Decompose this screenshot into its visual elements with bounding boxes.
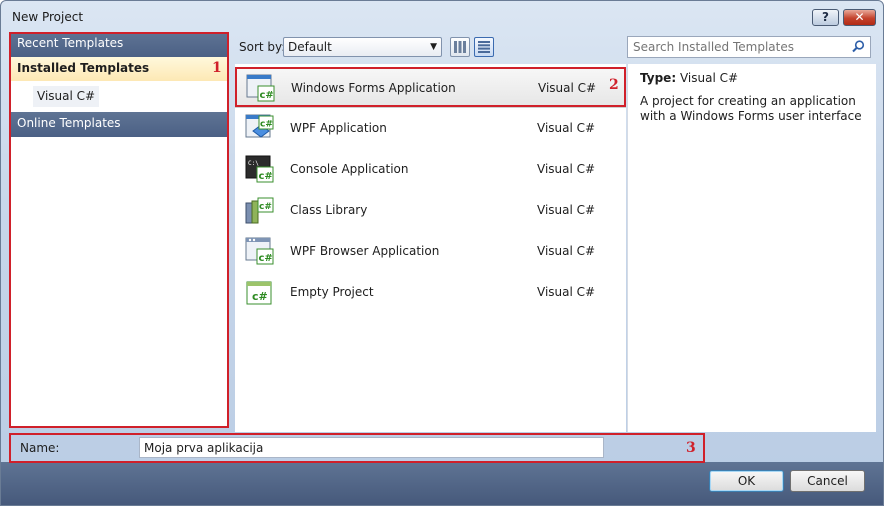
list-view-button[interactable] bbox=[474, 37, 494, 57]
wpf-icon: c# bbox=[245, 114, 274, 138]
close-button[interactable]: ✕ bbox=[843, 9, 876, 26]
template-row-empty-project[interactable]: c# Empty Project Visual C# bbox=[235, 272, 626, 313]
template-row-windows-forms[interactable]: c# Windows Forms Application Visual C# bbox=[235, 67, 626, 108]
template-name: Empty Project bbox=[290, 285, 374, 299]
template-name: WPF Browser Application bbox=[290, 244, 440, 258]
medium-icons-view-button[interactable] bbox=[450, 37, 470, 57]
console-icon: C:\ c# bbox=[245, 155, 274, 183]
template-categories-panel: Recent Templates Installed Templates Vis… bbox=[9, 32, 229, 428]
template-language: Visual C# bbox=[537, 285, 596, 299]
svg-text:C:\: C:\ bbox=[248, 160, 259, 167]
template-name: WPF Application bbox=[290, 121, 387, 135]
name-label: Name: bbox=[20, 441, 60, 455]
wpf-browser-icon: c# bbox=[245, 237, 274, 265]
title-bar: New Project ? ✕ bbox=[0, 0, 882, 32]
empty-project-icon: c# bbox=[246, 281, 272, 305]
svg-text:c#: c# bbox=[259, 253, 273, 264]
annotation-number-3: 3 bbox=[686, 440, 696, 456]
ok-button[interactable]: OK bbox=[709, 470, 784, 492]
annotation-number-2: 2 bbox=[609, 77, 619, 93]
sort-by-dropdown[interactable]: Default ▼ bbox=[283, 37, 442, 57]
svg-text:c#: c# bbox=[252, 290, 268, 303]
template-row-wpf[interactable]: c# WPF Application Visual C# bbox=[235, 108, 626, 149]
search-icon[interactable] bbox=[852, 40, 865, 53]
template-list: c# Windows Forms Application Visual C# c… bbox=[235, 64, 626, 432]
installed-templates-item[interactable]: Installed Templates bbox=[9, 57, 227, 81]
visual-csharp-item[interactable]: Visual C# bbox=[33, 86, 100, 107]
template-description-panel: Type: Visual C# A project for creating a… bbox=[627, 64, 876, 432]
sort-by-value: Default bbox=[288, 40, 332, 54]
window-title: New Project bbox=[12, 10, 84, 24]
windows-forms-icon: c# bbox=[246, 74, 275, 102]
list-view-icon bbox=[478, 41, 490, 53]
template-language: Visual C# bbox=[537, 162, 596, 176]
type-value: Visual C# bbox=[679, 71, 739, 85]
type-label: Type: bbox=[640, 71, 677, 85]
project-name-input[interactable] bbox=[139, 437, 604, 458]
annotation-number-1: 1 bbox=[212, 60, 222, 76]
chevron-down-icon: ▼ bbox=[430, 42, 437, 52]
svg-text:c#: c# bbox=[259, 202, 272, 212]
template-type: Type: Visual C# bbox=[640, 71, 738, 85]
recent-templates-item[interactable]: Recent Templates bbox=[9, 32, 227, 57]
svg-text:c#: c# bbox=[259, 171, 273, 182]
template-language: Visual C# bbox=[538, 81, 597, 95]
class-library-icon: c# bbox=[245, 197, 274, 224]
template-language: Visual C# bbox=[537, 244, 596, 258]
help-button[interactable]: ? bbox=[812, 9, 839, 26]
template-name: Class Library bbox=[290, 203, 368, 217]
sort-by-label: Sort by: bbox=[239, 40, 286, 54]
template-language: Visual C# bbox=[537, 121, 596, 135]
svg-text:c#: c# bbox=[260, 120, 273, 130]
template-row-class-library[interactable]: c# Class Library Visual C# bbox=[235, 190, 626, 231]
search-templates-input[interactable] bbox=[627, 36, 871, 58]
template-language: Visual C# bbox=[537, 203, 596, 217]
template-description-text: A project for creating an application wi… bbox=[640, 94, 862, 123]
cancel-button[interactable]: Cancel bbox=[790, 470, 865, 492]
template-name: Windows Forms Application bbox=[291, 81, 456, 95]
svg-text:c#: c# bbox=[260, 90, 274, 101]
template-row-console[interactable]: C:\ c# Console Application Visual C# bbox=[235, 149, 626, 190]
template-name: Console Application bbox=[290, 162, 409, 176]
template-row-wpf-browser[interactable]: c# WPF Browser Application Visual C# bbox=[235, 231, 626, 272]
grid-view-icon bbox=[454, 41, 466, 53]
online-templates-item[interactable]: Online Templates bbox=[9, 112, 227, 137]
